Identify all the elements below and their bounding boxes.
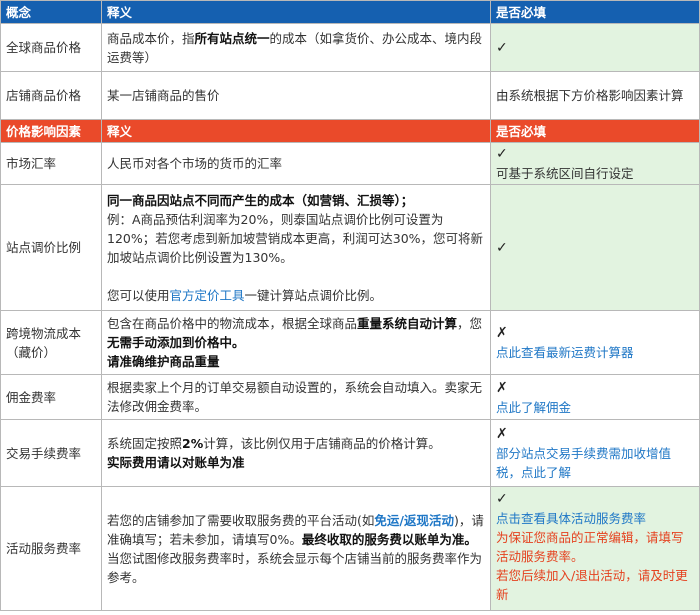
text: 商品成本价，指	[107, 30, 195, 46]
required-logistics: ✗ 点此查看最新运费计算器	[490, 310, 700, 375]
example-text: 例：A商品预估利润率为20%，则泰国站点调价比例可设置为120%；若您考虑到新加…	[107, 211, 484, 265]
bold-text: 无需手动添加到价格中。	[107, 335, 245, 350]
bold-text: 同一商品因站点不同而产生的成本（如营销、汇损等）；	[107, 192, 414, 208]
commission-link[interactable]: 点此了解佣金	[496, 400, 571, 415]
meaning-commission: 根据卖家上个月的订单交易额自动设置的，系统会自动填入。卖家无法修改佣金费率。	[101, 374, 491, 420]
text: 一键计算站点调价比例。	[244, 287, 383, 303]
cross-icon: ✗	[496, 325, 508, 341]
header-meaning: 释义	[101, 0, 491, 24]
bold-text: 2%	[182, 436, 204, 451]
row-site-adjust: 站点调价比例 同一商品因站点不同而产生的成本（如营销、汇损等）； 例：A商品预估…	[0, 184, 700, 311]
meaning-logistics: 包含在商品价格中的物流成本，根据全球商品重量系统自动计算，您无需手动添加到价格中…	[101, 310, 491, 375]
check-icon: ✓	[496, 491, 508, 507]
required-site-adjust: ✓	[490, 184, 700, 311]
bold-text: 最终收取的服务费以账单为准。	[301, 531, 477, 547]
bold-text: 请准确维护商品重量	[107, 354, 220, 369]
promo-activity-link[interactable]: 免运/返现活动	[374, 513, 454, 528]
header-factor: 价格影响因素	[0, 119, 102, 143]
check-icon: ✓	[496, 239, 508, 256]
meaning-transaction: 系统固定按照2%计算，该比例仅用于店铺商品的价格计算。实际费用请以对账单为准	[101, 419, 491, 487]
text: 包含在商品价格中的物流成本，根据全球商品	[107, 316, 358, 331]
row-service: 活动服务费率 若您的店铺参加了需要收取服务费的平台活动(如免运/返现活动)，请准…	[0, 486, 700, 611]
text: 若您的店铺参加了需要收取服务费的平台活动(如	[107, 512, 375, 528]
header-concept: 概念	[0, 0, 102, 24]
required-global-price: ✓	[490, 23, 700, 72]
row-logistics: 跨境物流成本（藏价） 包含在商品价格中的物流成本，根据全球商品重量系统自动计算，…	[0, 310, 700, 375]
header-row-factors: 价格影响因素 释义 是否必填	[0, 119, 700, 143]
meaning-shop-price: 某一店铺商品的售价	[101, 71, 491, 120]
row-transaction: 交易手续费率 系统固定按照2%计算，该比例仅用于店铺商品的价格计算。实际费用请以…	[0, 419, 700, 487]
meaning-site-adjust: 同一商品因站点不同而产生的成本（如营销、汇损等）； 例：A商品预估利润率为20%…	[101, 184, 491, 311]
concept-transaction: 交易手续费率	[0, 419, 102, 487]
service-warning-text: 为保证您商品的正常编辑，请填写活动服务费率。	[496, 530, 684, 564]
text: 当您试图修改服务费率时，系统会显示每个店铺当前的服务费率作为参考。	[107, 550, 483, 585]
check-icon: ✓	[496, 146, 508, 162]
header-required-2: 是否必填	[490, 119, 700, 143]
header-required: 是否必填	[490, 0, 700, 24]
price-factor-table: 概念 释义 是否必填 全球商品价格 商品成本价，指所有站点统一的成本（如拿货价、…	[0, 0, 700, 611]
check-icon: ✓	[496, 39, 508, 56]
row-fx: 市场汇率 人民币对各个市场的货币的汇率 ✓ 可基于系统区间自行设定	[0, 142, 700, 185]
meaning-global-price: 商品成本价，指所有站点统一的成本（如拿货价、办公成本、境内段运费等）	[101, 23, 491, 72]
concept-logistics: 跨境物流成本（藏价）	[0, 310, 102, 375]
fx-note: 可基于系统区间自行设定	[496, 166, 634, 181]
header-row-concepts: 概念 释义 是否必填	[0, 0, 700, 24]
row-shop-price: 店铺商品价格 某一店铺商品的售价 由系统根据下方价格影响因素计算	[0, 71, 700, 120]
row-commission: 佣金费率 根据卖家上个月的订单交易额自动设置的，系统会自动填入。卖家无法修改佣金…	[0, 374, 700, 420]
required-service: ✓ 点击查看具体活动服务费率为保证您商品的正常编辑，请填写活动服务费率。 若您后续加…	[490, 486, 700, 611]
required-shop-price: 由系统根据下方价格影响因素计算	[490, 71, 700, 120]
row-global-price: 全球商品价格 商品成本价，指所有站点统一的成本（如拿货价、办公成本、境内段运费等…	[0, 23, 700, 72]
required-commission: ✗ 点此了解佣金	[490, 374, 700, 420]
shipping-calculator-link[interactable]: 点此查看最新运费计算器	[496, 345, 634, 360]
required-fx: ✓ 可基于系统区间自行设定	[490, 142, 700, 185]
cross-icon: ✗	[496, 379, 508, 396]
concept-fx: 市场汇率	[0, 142, 102, 185]
text: 您可以使用	[107, 287, 170, 303]
meaning-fx: 人民币对各个市场的货币的汇率	[101, 142, 491, 185]
service-rate-link[interactable]: 点击查看具体活动服务费率	[496, 511, 646, 526]
bold-text: 重量系统自动计算	[357, 316, 458, 331]
bold-text: 所有站点统一	[194, 30, 270, 46]
text: 系统固定按照	[107, 436, 183, 451]
concept-global-price: 全球商品价格	[0, 23, 102, 72]
concept-site-adjust: 站点调价比例	[0, 184, 102, 311]
bold-text: 实际费用请以对账单为准	[107, 455, 245, 470]
concept-commission: 佣金费率	[0, 374, 102, 420]
meaning-service: 若您的店铺参加了需要收取服务费的平台活动(如免运/返现活动)，请准确填写；若未参…	[101, 486, 491, 611]
cross-icon: ✗	[496, 426, 508, 442]
text: ，您	[457, 316, 483, 331]
vat-link[interactable]: 部分站点交易手续费需加收增值税，点此了解	[496, 446, 671, 480]
pricing-tool-link[interactable]: 官方定价工具	[170, 288, 245, 303]
service-update-text: 若您后续加入/退出活动，请及时更新	[496, 568, 688, 602]
concept-service: 活动服务费率	[0, 486, 102, 611]
concept-shop-price: 店铺商品价格	[0, 71, 102, 120]
required-transaction: ✗ 部分站点交易手续费需加收增值税，点此了解	[490, 419, 700, 487]
text: 计算，该比例仅用于店铺商品的价格计算。	[203, 436, 441, 451]
header-meaning-2: 释义	[101, 119, 491, 143]
